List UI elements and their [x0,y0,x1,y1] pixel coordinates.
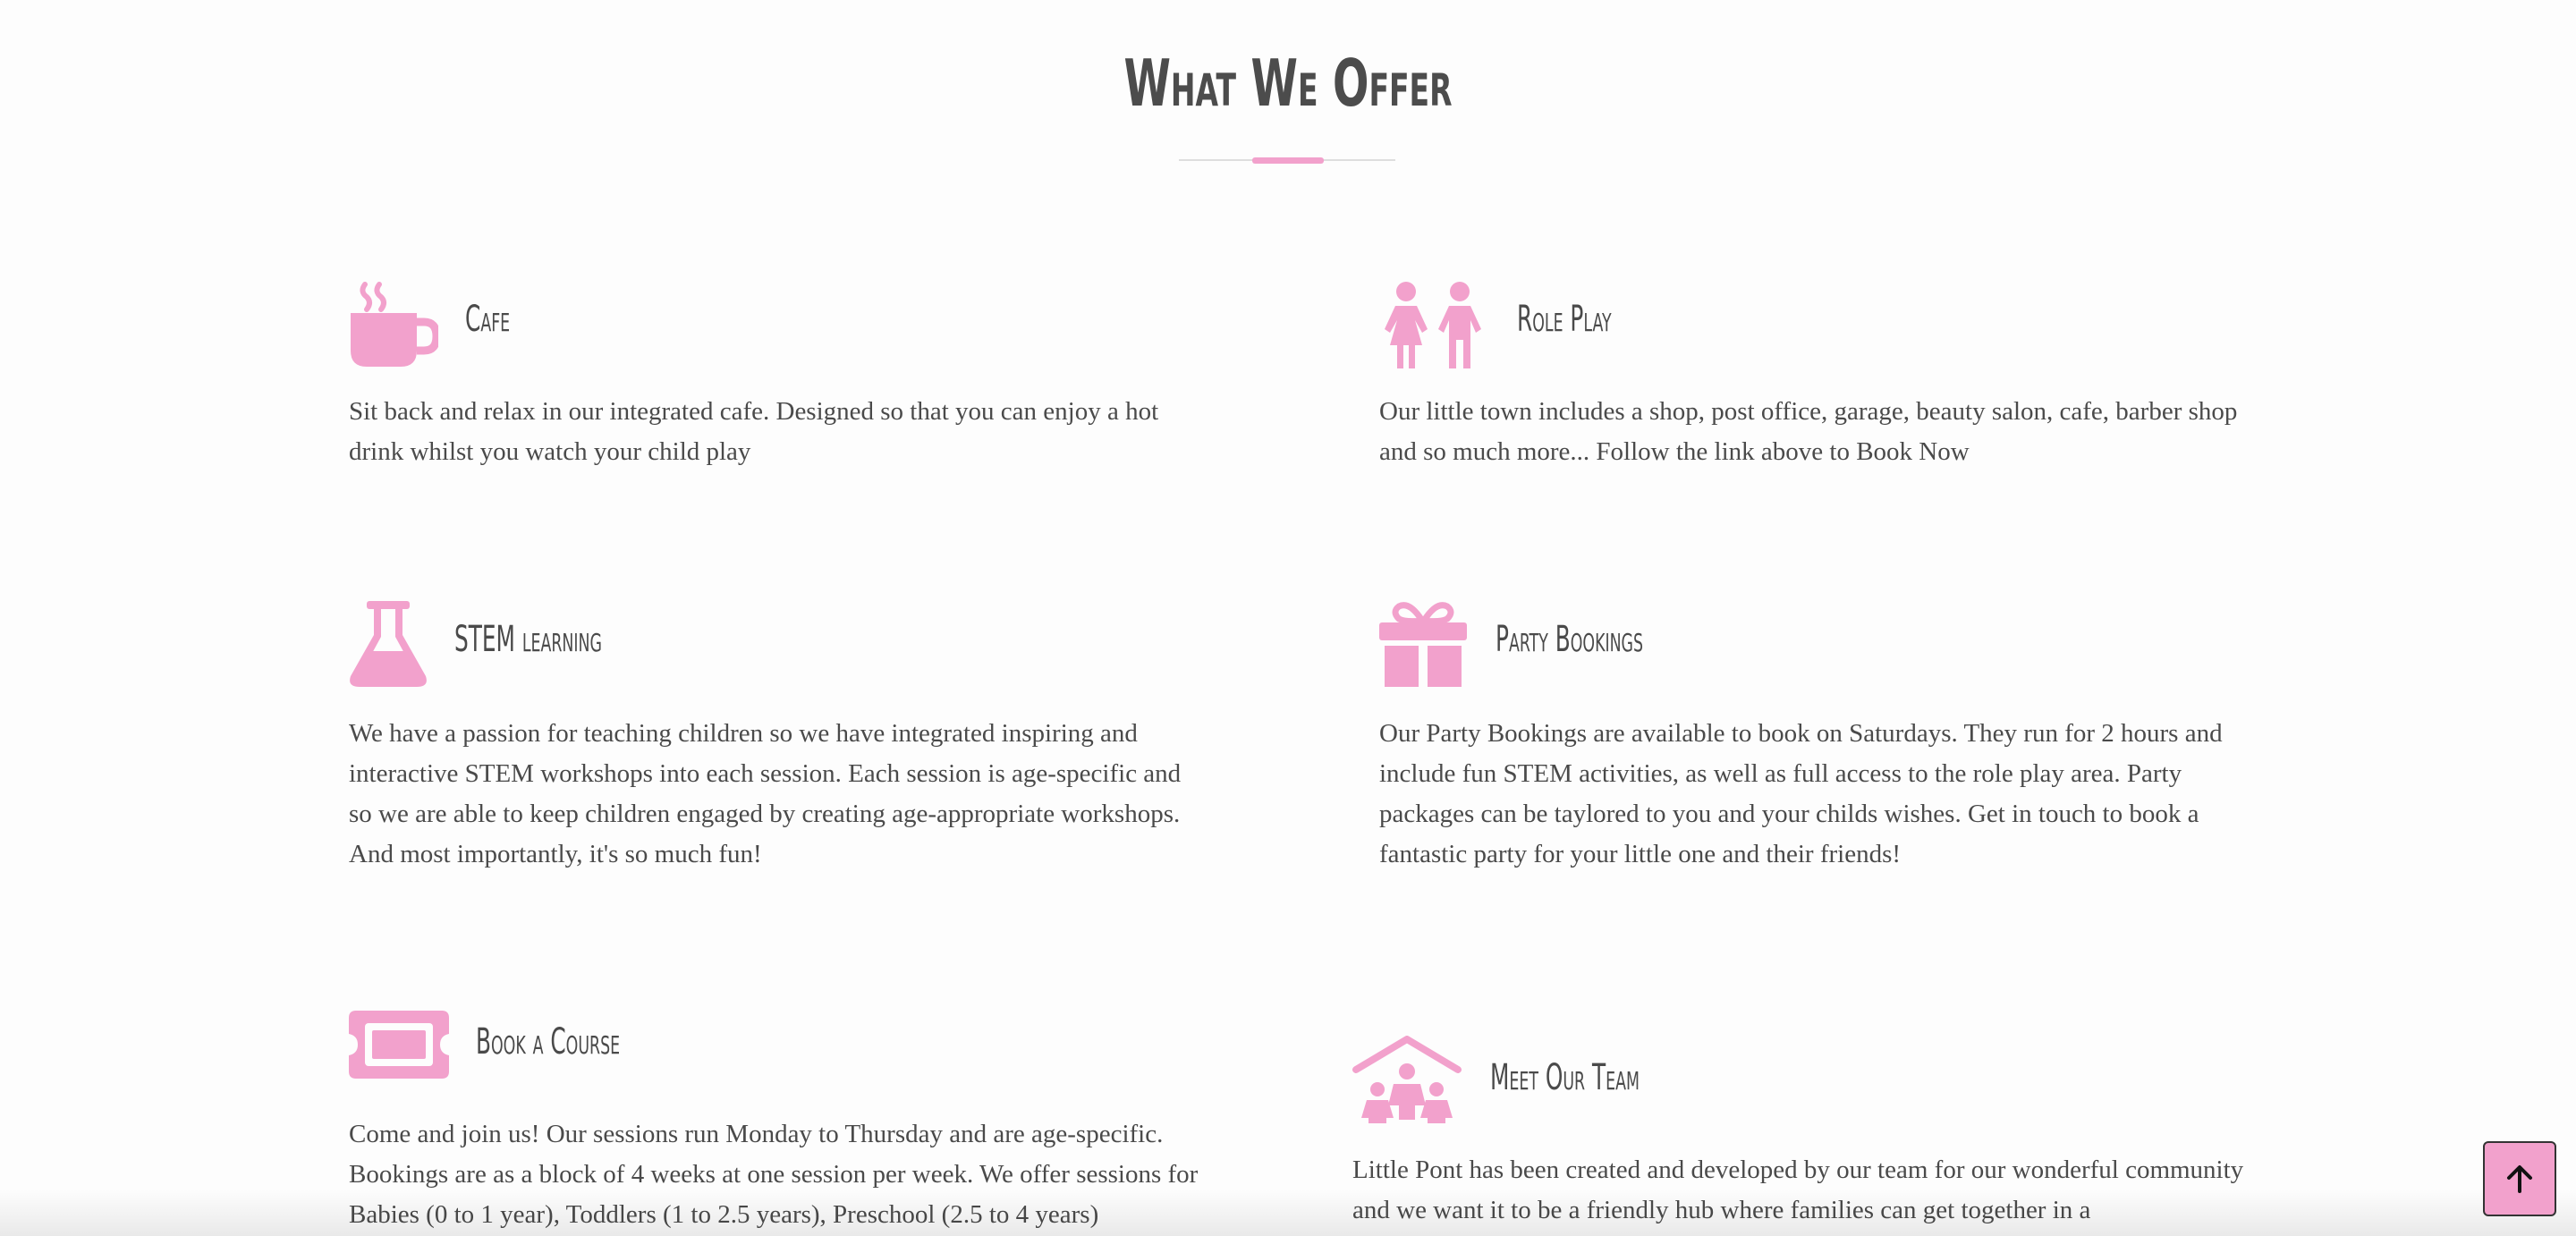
feature-header: Role Play [1379,281,2256,379]
feature-title: STEM learning [454,619,602,660]
feature-text: Come and join us! Our sessions run Monda… [349,1120,1199,1229]
arrow-up-icon [2507,1165,2532,1193]
page: What We Offer Cafe Sit back and relax in… [0,0,2576,1236]
feature-title: Role Play [1517,299,1612,340]
feature-text: Little Pont has been created and develop… [1352,1156,2244,1224]
title-divider-accent [1252,157,1324,164]
feature-text: Sit back and relax in our integrated caf… [349,397,1159,466]
scroll-to-top-button[interactable] [2483,1141,2556,1216]
gift-icon [1379,601,1467,689]
feature-text: Our Party Bookings are available to book… [1379,719,2223,868]
children-icon [1379,281,1488,370]
feature-header: Meet Our Team [1352,1036,2229,1134]
feature-header: STEM learning [349,601,1225,699]
feature-header: Party Bookings [1379,601,2256,699]
feature-title: Cafe [465,299,511,340]
flask-icon [349,601,428,689]
feature-title: Meet Our Team [1490,1057,1640,1098]
coffee-cup-icon [349,281,438,370]
feature-title: Party Bookings [1496,619,1644,660]
feature-title: Book a Course [476,1021,621,1062]
ticket-icon [349,1011,449,1079]
feature-text: Our little town includes a shop, post of… [1379,397,2238,466]
feature-text: We have a passion for teaching children … [349,719,1182,868]
section-title: What We Offer [1123,46,1453,121]
feature-header: Book a Course [349,1011,1225,1109]
feature-header: Cafe [349,281,1225,379]
family-house-icon [1352,1036,1462,1125]
